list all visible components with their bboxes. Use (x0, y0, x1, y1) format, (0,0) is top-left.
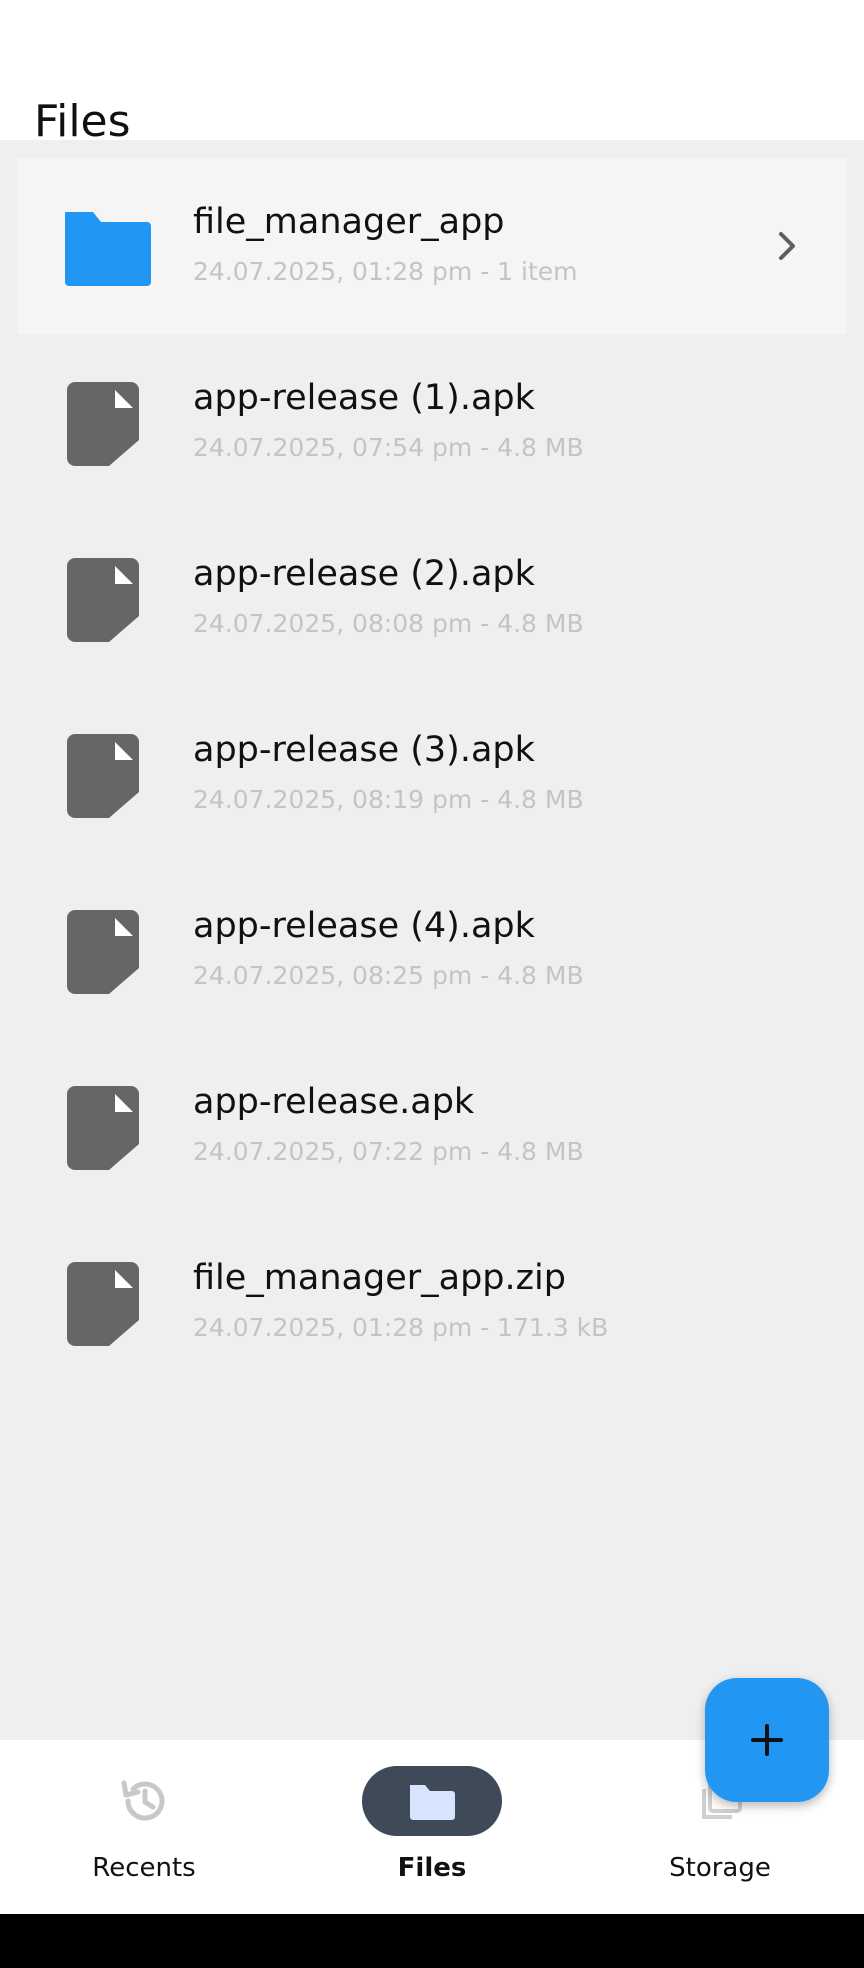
folder-icon (410, 1785, 455, 1820)
file-meta: 24.07.2025, 01:28 pm - 1 item (193, 257, 578, 286)
file-meta: 24.07.2025, 07:54 pm - 4.8 MB (193, 433, 584, 462)
file-list: file_manager_app 24.07.2025, 01:28 pm - … (0, 140, 864, 1740)
file-name: app-release (3).apk (193, 730, 535, 770)
history-icon (121, 1780, 165, 1821)
nav-item-recents[interactable]: Recents (0, 1740, 288, 1914)
app-header: Files (0, 0, 864, 140)
file-meta: 24.07.2025, 07:22 pm - 4.8 MB (193, 1137, 584, 1166)
file-icon (67, 910, 139, 994)
file-row[interactable]: app-release (1).apk 24.07.2025, 07:54 pm… (17, 334, 847, 510)
file-row[interactable]: app-release (3).apk 24.07.2025, 08:19 pm… (17, 686, 847, 862)
file-row[interactable]: app-release (2).apk 24.07.2025, 08:08 pm… (17, 510, 847, 686)
app-root: Files file_manager_app 24.07.2025, 01:28… (0, 0, 864, 1968)
file-name: app-release (4).apk (193, 906, 535, 946)
nav-label-recents: Recents (92, 1853, 196, 1883)
nav-icon-container (362, 1766, 502, 1836)
nav-icon-container (74, 1766, 214, 1836)
file-row[interactable]: file_manager_app.zip 24.07.2025, 01:28 p… (17, 1214, 847, 1390)
file-icon (67, 734, 139, 818)
add-button[interactable] (705, 1678, 829, 1802)
file-meta: 24.07.2025, 01:28 pm - 171.3 kB (193, 1313, 609, 1342)
file-name: app-release (2).apk (193, 554, 535, 594)
file-meta: 24.07.2025, 08:08 pm - 4.8 MB (193, 609, 584, 638)
file-meta: 24.07.2025, 08:19 pm - 4.8 MB (193, 785, 584, 814)
folder-row[interactable]: file_manager_app 24.07.2025, 01:28 pm - … (17, 158, 847, 334)
file-icon (67, 1262, 139, 1346)
file-icon (67, 1086, 139, 1170)
system-navigation-bar (0, 1914, 864, 1968)
chevron-right-icon (779, 232, 795, 260)
file-row[interactable]: app-release (4).apk 24.07.2025, 08:25 pm… (17, 862, 847, 1038)
file-row[interactable]: app-release.apk 24.07.2025, 07:22 pm - 4… (17, 1038, 847, 1214)
page-title: Files (34, 96, 131, 140)
file-name: file_manager_app (193, 202, 505, 242)
file-icon (67, 558, 139, 642)
plus-icon (751, 1724, 783, 1756)
nav-item-files[interactable]: Files (288, 1740, 576, 1914)
folder-icon (65, 212, 151, 286)
file-icon (67, 382, 139, 466)
file-name: app-release (1).apk (193, 378, 535, 418)
file-name: app-release.apk (193, 1082, 475, 1122)
nav-label-files: Files (397, 1853, 467, 1883)
nav-label-storage: Storage (669, 1853, 771, 1883)
file-meta: 24.07.2025, 08:25 pm - 4.8 MB (193, 961, 584, 990)
file-name: file_manager_app.zip (193, 1258, 566, 1298)
